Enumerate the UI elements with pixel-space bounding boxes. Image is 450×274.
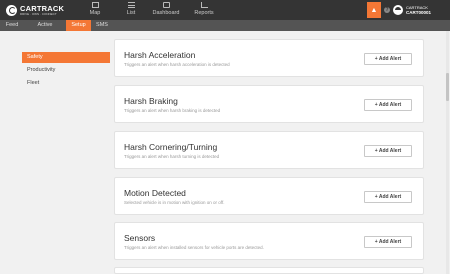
top-bar: CARTRACK DRIVE · OWN · CONNECT Map List … <box>0 0 450 20</box>
add-alert-button[interactable]: + Add Alert <box>364 99 412 111</box>
card-description: Triggers an alert when installed sensors… <box>124 245 264 250</box>
alert-card-partial <box>114 267 424 274</box>
sidebar-item-productivity[interactable]: Productivity <box>22 65 110 76</box>
alerts-button[interactable]: ▲ <box>367 2 381 18</box>
avatar[interactable] <box>393 5 403 15</box>
sidebar-item-fleet[interactable]: Fleet <box>22 78 110 89</box>
nav-reports[interactable]: Reports <box>184 2 224 18</box>
sidebar-item-safety[interactable]: Safety <box>22 52 110 63</box>
card-title: Sensors <box>124 233 156 243</box>
nav-list-label: List <box>126 10 136 16</box>
card-title: Harsh Acceleration <box>124 50 196 60</box>
nav-map[interactable]: Map <box>75 2 115 18</box>
alert-card-motion-detected: Motion Detected Selected vehicle is in m… <box>114 177 424 215</box>
nav-dashboard[interactable]: Dashboard <box>146 2 186 18</box>
card-title: Motion Detected <box>124 188 186 198</box>
dashboard-icon <box>162 2 170 8</box>
bell-icon: ▲ <box>370 6 378 14</box>
alert-card-harsh-cornering: Harsh Cornering/Turning Triggers an aler… <box>114 131 424 169</box>
add-alert-button[interactable]: + Add Alert <box>364 145 412 157</box>
card-description: Selected vehicle is in motion with ignit… <box>124 200 225 205</box>
alert-card-sensors: Sensors Triggers an alert when installed… <box>114 222 424 260</box>
tab-feed[interactable]: Feed <box>0 20 24 31</box>
alert-card-harsh-acceleration: Harsh Acceleration Triggers an alert whe… <box>114 39 424 77</box>
scrollbar-thumb[interactable] <box>446 73 449 101</box>
logo-icon <box>6 4 17 16</box>
add-alert-button[interactable]: + Add Alert <box>364 53 412 65</box>
nav-dashboard-label: Dashboard <box>152 10 180 16</box>
tab-active[interactable]: Active <box>31 20 59 31</box>
map-icon <box>91 2 99 8</box>
add-alert-button[interactable]: + Add Alert <box>364 191 412 203</box>
nav-reports-label: Reports <box>194 10 214 16</box>
reports-icon <box>200 2 208 8</box>
account-code: CART00001 <box>406 10 432 15</box>
tab-sms[interactable]: SMS <box>92 20 112 31</box>
nav-list[interactable]: List <box>111 2 151 18</box>
card-description: Triggers an alert when harsh acceleratio… <box>124 62 230 67</box>
scrollbar[interactable] <box>446 31 449 274</box>
card-title: Harsh Cornering/Turning <box>124 142 218 152</box>
account-info[interactable]: CARTRACK CART00001 <box>406 5 431 15</box>
card-title: Harsh Braking <box>124 96 178 106</box>
nav-map-label: Map <box>89 10 101 16</box>
cartrack-logo[interactable]: CARTRACK DRIVE · OWN · CONNECT <box>6 3 64 17</box>
card-description: Triggers an alert when harsh braking is … <box>124 108 221 113</box>
list-icon <box>127 2 135 8</box>
alert-card-harsh-braking: Harsh Braking Triggers an alert when har… <box>114 85 424 123</box>
sidebar: Safety Productivity Fleet <box>22 52 110 91</box>
tab-setup[interactable]: Setup <box>66 20 91 31</box>
add-alert-button[interactable]: + Add Alert <box>364 236 412 248</box>
help-icon[interactable]: ? <box>384 7 390 13</box>
sub-nav: Feed Active Setup SMS <box>0 20 450 31</box>
card-description: Triggers an alert when harsh turning is … <box>124 154 220 159</box>
